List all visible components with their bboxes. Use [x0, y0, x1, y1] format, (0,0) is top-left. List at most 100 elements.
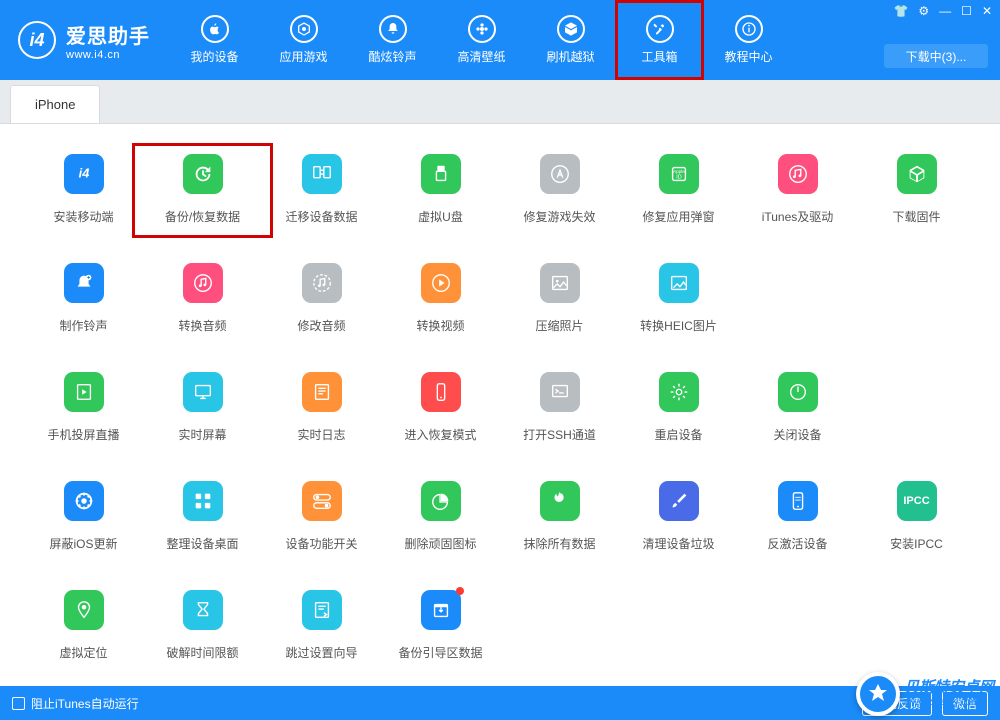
- tool-label: 反激活设备: [767, 535, 827, 552]
- tool-appleid[interactable]: AppleID 修复应用弹窗: [619, 154, 738, 225]
- usb-icon: [421, 154, 461, 194]
- settings-icon[interactable]: ⚙: [918, 4, 929, 18]
- download-status-button[interactable]: 下载中(3)...: [884, 44, 988, 68]
- tool-migrate[interactable]: 迁移设备数据: [262, 154, 381, 225]
- tool-screen[interactable]: 手机投屏直播: [24, 372, 143, 443]
- tool-label: 抹除所有数据: [523, 535, 595, 552]
- tshirt-icon[interactable]: 👕: [893, 4, 908, 18]
- logo-area: i4 爱思助手 www.i4.cn: [0, 20, 150, 61]
- tool-cube[interactable]: 下载固件: [857, 154, 976, 225]
- tool-label: 删除顽固图标: [404, 535, 476, 552]
- phoneoff-icon: [778, 481, 818, 521]
- tool-phoneoff[interactable]: 反激活设备: [738, 481, 857, 552]
- tool-label: 转换HEIC图片: [640, 317, 717, 334]
- cube-icon: [897, 154, 937, 194]
- tool-itunes[interactable]: iTunes及驱动: [738, 154, 857, 225]
- tool-ssh[interactable]: 打开SSH通道: [500, 372, 619, 443]
- brush-icon: [659, 481, 699, 521]
- tab-bar: iPhone: [0, 80, 1000, 124]
- block-icon: [64, 481, 104, 521]
- block-itunes-checkbox[interactable]: [12, 697, 25, 710]
- tool-monitor[interactable]: 实时屏幕: [143, 372, 262, 443]
- tool-label: 虚拟定位: [59, 644, 107, 661]
- tool-label: 转换音频: [178, 317, 226, 334]
- tool-audio[interactable]: 转换音频: [143, 263, 262, 334]
- nav-flower[interactable]: 高清壁纸: [437, 0, 526, 80]
- tab-iphone[interactable]: iPhone: [10, 85, 100, 123]
- tool-label: 制作铃声: [59, 317, 107, 334]
- pie-icon: [421, 481, 461, 521]
- pin-icon: [64, 590, 104, 630]
- close-icon[interactable]: ✕: [982, 4, 992, 18]
- tool-label: 虚拟U盘: [418, 208, 463, 225]
- tool-content: i4 安装移动端 备份/恢复数据迁移设备数据 虚拟U盘 修复游戏失效 AppleID 修复应…: [0, 124, 1000, 684]
- nav-box[interactable]: 刷机越狱: [526, 0, 615, 80]
- tool-phone[interactable]: 进入恢复模式: [381, 372, 500, 443]
- tool-toggle[interactable]: 设备功能开关: [262, 481, 381, 552]
- tool-label: 安装移动端: [53, 208, 113, 225]
- tool-erase[interactable]: 抹除所有数据: [500, 481, 619, 552]
- nav-tools[interactable]: 工具箱: [615, 0, 704, 80]
- appleid-icon: AppleID: [659, 154, 699, 194]
- appstore-icon: [540, 154, 580, 194]
- tool-label: 设备功能开关: [285, 535, 357, 552]
- app-icon: [290, 15, 318, 43]
- nav-app[interactable]: 应用游戏: [259, 0, 348, 80]
- tool-ipcc[interactable]: IPCC安装IPCC: [857, 481, 976, 552]
- tool-usb[interactable]: 虚拟U盘: [381, 154, 500, 225]
- tool-appstore[interactable]: 修复游戏失效: [500, 154, 619, 225]
- tool-i4[interactable]: i4 安装移动端: [24, 154, 143, 225]
- tool-restore[interactable]: 备份/恢复数据: [143, 154, 262, 227]
- bellplus-icon: [64, 263, 104, 303]
- ipcc-icon: IPCC: [897, 481, 937, 521]
- screen-icon: [64, 372, 104, 412]
- tool-grid[interactable]: 整理设备桌面: [143, 481, 262, 552]
- maximize-icon[interactable]: ☐: [961, 4, 972, 18]
- tool-hourglass[interactable]: 破解时间限额: [143, 590, 262, 661]
- tool-audiod[interactable]: 修改音频: [262, 263, 381, 334]
- flower-icon: [468, 15, 496, 43]
- tool-pin[interactable]: 虚拟定位: [24, 590, 143, 661]
- tool-brush[interactable]: 清理设备垃圾: [619, 481, 738, 552]
- tool-image[interactable]: 压缩照片: [500, 263, 619, 334]
- tool-label: 修复游戏失效: [523, 208, 595, 225]
- tool-label: 修复应用弹窗: [642, 208, 714, 225]
- tool-play[interactable]: 转换视频: [381, 263, 500, 334]
- watermark: 贝斯特安卓网 www.zjbstyy.com: [856, 672, 994, 716]
- nav-bell[interactable]: 酷炫铃声: [348, 0, 437, 80]
- window-controls: 👕 ⚙ — ☐ ✕: [893, 4, 992, 18]
- tool-heic[interactable]: 转换HEIC图片: [619, 263, 738, 334]
- migrate-icon: [302, 154, 342, 194]
- tool-label: 屏蔽iOS更新: [49, 535, 117, 552]
- tool-block[interactable]: 屏蔽iOS更新: [24, 481, 143, 552]
- info-icon: [735, 15, 763, 43]
- grid-icon: [183, 481, 223, 521]
- tool-label: 实时屏幕: [178, 426, 226, 443]
- tool-log[interactable]: 实时日志: [262, 372, 381, 443]
- app-header: i4 爱思助手 www.i4.cn 我的设备应用游戏酷炫铃声高清壁纸刷机越狱工具…: [0, 0, 1000, 80]
- tool-bellplus[interactable]: 制作铃声: [24, 263, 143, 334]
- gear-icon: [659, 372, 699, 412]
- tool-gear[interactable]: 重启设备: [619, 372, 738, 443]
- apple-icon: [201, 15, 229, 43]
- tool-label: 迁移设备数据: [285, 208, 357, 225]
- nav-apple[interactable]: 我的设备: [170, 0, 259, 80]
- minimize-icon[interactable]: —: [939, 4, 951, 18]
- audio-icon: [183, 263, 223, 303]
- tool-label: 下载固件: [892, 208, 940, 225]
- erase-icon: [540, 481, 580, 521]
- nav-info[interactable]: 教程中心: [704, 0, 793, 80]
- svg-text:i4: i4: [78, 166, 89, 181]
- bootbak-icon: [421, 590, 461, 630]
- tool-bootbak[interactable]: 备份引导区数据: [381, 590, 500, 661]
- tool-power[interactable]: 关闭设备: [738, 372, 857, 443]
- box-icon: [557, 15, 585, 43]
- tool-skip[interactable]: 跳过设置向导: [262, 590, 381, 661]
- block-itunes-label: 阻止iTunes自动运行: [31, 695, 139, 712]
- logo-text: 爱思助手 www.i4.cn: [66, 20, 150, 61]
- tool-pie[interactable]: 删除顽固图标: [381, 481, 500, 552]
- tool-label: 重启设备: [654, 426, 702, 443]
- phone-icon: [421, 372, 461, 412]
- tool-label: 转换视频: [416, 317, 464, 334]
- bell-icon: [379, 15, 407, 43]
